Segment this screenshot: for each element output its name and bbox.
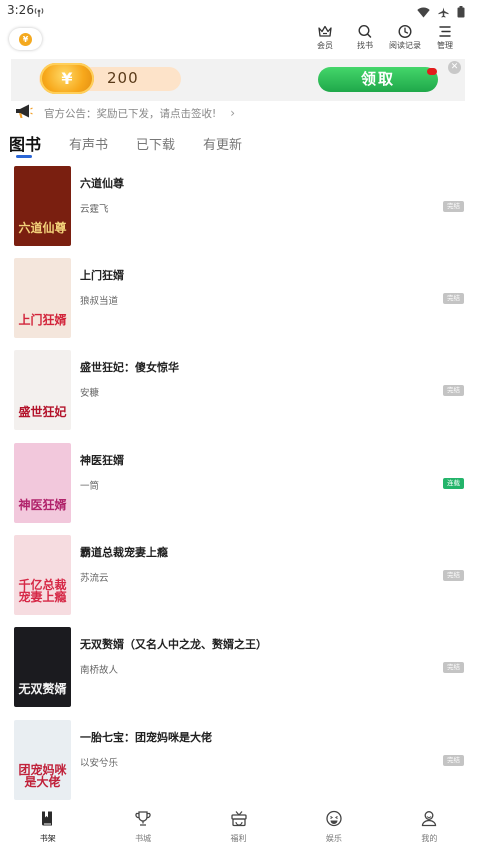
cover-title: 上门狂婿 [18, 313, 67, 327]
smile-icon [325, 810, 343, 831]
search-icon [357, 24, 373, 39]
top-actions: 会员 找书 阅读记录 管理 [305, 24, 465, 51]
book-item[interactable]: 六道仙尊 六道仙尊 云霆飞 完结 [0, 163, 477, 249]
status-badge: 连载 [443, 478, 464, 489]
close-icon[interactable]: ✕ [448, 61, 461, 74]
bookshelf-icon [39, 810, 57, 831]
manage-label: 管理 [437, 41, 453, 50]
nav-entertainment[interactable]: 娱乐 [286, 806, 381, 848]
book-item[interactable]: 上门狂婿 上门狂婿 狼叔当道 完结 [0, 255, 477, 341]
tab-downloaded[interactable]: 已下载 [136, 131, 175, 153]
top-bar: ¥ 会员 找书 阅读记录 管理 [0, 22, 477, 56]
chevron-right-icon: › [230, 106, 236, 120]
coin-button[interactable]: ¥ [9, 28, 42, 50]
book-title: 盛世狂妃：傻女惊华 [80, 361, 179, 374]
nav-welfare-label: 福利 [230, 834, 247, 843]
book-cover: 千亿总裁宠妻上瘾 [14, 535, 71, 615]
cover-title: 神医狂婿 [18, 498, 67, 512]
nav-profile[interactable]: 我的 [382, 806, 477, 848]
coin-symbol: ¥ [61, 69, 73, 88]
status-badge: 完结 [443, 385, 464, 396]
book-item[interactable]: 团宠妈咪是大佬 一胎七宝：团宠妈咪是大佬 以安兮乐 完结 [0, 717, 477, 803]
status-badge: 完结 [443, 570, 464, 581]
cover-title: 千亿总裁宠妻上瘾 [18, 578, 67, 604]
reading-history-label: 阅读记录 [389, 41, 421, 50]
book-author: 以安兮乐 [80, 758, 119, 769]
status-badge: 完结 [443, 201, 464, 212]
cover-title: 团宠妈咪是大佬 [18, 763, 67, 789]
wifi-icon [417, 3, 430, 22]
book-title: 霸道总裁宠妻上瘾 [80, 546, 168, 559]
book-item[interactable]: 神医狂婿 神医狂婿 一筒 连载 [0, 440, 477, 526]
status-time: 3:26 [7, 3, 34, 17]
reading-history-button[interactable]: 阅读记录 [385, 24, 425, 51]
claim-button[interactable]: 领取 [318, 67, 438, 92]
book-cover: 神医狂婿 [14, 443, 71, 523]
red-dot-badge [427, 68, 437, 75]
book-item[interactable]: 千亿总裁宠妻上瘾 霸道总裁宠妻上瘾 苏流云 完结 [0, 532, 477, 618]
gift-icon [230, 810, 248, 831]
nav-profile-label: 我的 [421, 834, 438, 843]
book-title: 无双赘婿（又名人中之龙、赘婿之王） [80, 638, 267, 651]
book-item[interactable]: 盛世狂妃 盛世狂妃：傻女惊华 安糠 完结 [0, 347, 477, 433]
tab-updated[interactable]: 有更新 [203, 131, 242, 153]
book-cover: 无双赘婿 [14, 627, 71, 707]
trophy-icon [134, 810, 152, 831]
book-title: 一胎七宝：团宠妈咪是大佬 [80, 731, 212, 744]
book-author: 安糠 [80, 388, 100, 399]
cover-title: 六道仙尊 [18, 221, 67, 235]
nav-bookstore[interactable]: 书城 [95, 806, 190, 848]
hotspot-icon [33, 3, 45, 22]
cover-title: 无双赘婿 [18, 682, 67, 696]
book-cover: 上门狂婿 [14, 258, 71, 338]
shelf-tabs: 图书 有声书 已下载 有更新 [9, 131, 270, 159]
coin-icon: ¥ [40, 63, 94, 94]
bottom-nav: 书架 书城 福利 娱乐 我的 [0, 806, 477, 848]
announcement-text: 官方公告：奖励已下发，请点击签收! [44, 107, 217, 120]
battery-icon [457, 3, 465, 22]
nav-entertainment-label: 娱乐 [325, 834, 342, 843]
vip-button[interactable]: 会员 [305, 24, 345, 51]
book-title: 神医狂婿 [80, 454, 124, 467]
status-bar: 3:26 [0, 0, 477, 20]
nav-bookshelf-label: 书架 [39, 834, 56, 843]
find-book-label: 找书 [357, 41, 373, 50]
book-author: 南桥故人 [80, 665, 119, 676]
airplane-icon [438, 3, 449, 22]
book-cover: 盛世狂妃 [14, 350, 71, 430]
coin-icon: ¥ [19, 32, 32, 46]
nav-welfare[interactable]: 福利 [191, 806, 286, 848]
nav-bookstore-label: 书城 [135, 834, 152, 843]
announcement-bar[interactable]: 官方公告：奖励已下发，请点击签收! › [14, 102, 464, 124]
status-badge: 完结 [443, 662, 464, 673]
book-cover: 六道仙尊 [14, 166, 71, 246]
nav-bookshelf[interactable]: 书架 [0, 806, 95, 848]
menu-icon [437, 24, 453, 39]
megaphone-icon [14, 103, 33, 123]
vip-label: 会员 [317, 41, 333, 50]
clock-icon [397, 24, 413, 39]
tab-books[interactable]: 图书 [9, 131, 41, 155]
manage-button[interactable]: 管理 [425, 24, 465, 51]
status-badge: 完结 [443, 293, 464, 304]
book-author: 云霆飞 [80, 204, 109, 215]
cover-title: 盛世狂妃 [18, 405, 67, 419]
reward-banner[interactable]: ¥ 200 领取 ✕ [11, 59, 465, 101]
status-badge: 完结 [443, 755, 464, 766]
user-icon [420, 810, 438, 831]
tab-audiobooks[interactable]: 有声书 [69, 131, 108, 153]
crown-icon [317, 24, 333, 39]
book-author: 一筒 [80, 481, 100, 492]
find-book-button[interactable]: 找书 [345, 24, 385, 51]
book-title: 六道仙尊 [80, 177, 124, 190]
book-author: 狼叔当道 [80, 296, 119, 307]
book-title: 上门狂婿 [80, 269, 124, 282]
book-author: 苏流云 [80, 573, 109, 584]
active-tab-indicator [16, 155, 32, 158]
banner-amount: 200 [107, 69, 139, 87]
book-item[interactable]: 无双赘婿 无双赘婿（又名人中之龙、赘婿之王） 南桥故人 完结 [0, 624, 477, 710]
book-cover: 团宠妈咪是大佬 [14, 720, 71, 800]
